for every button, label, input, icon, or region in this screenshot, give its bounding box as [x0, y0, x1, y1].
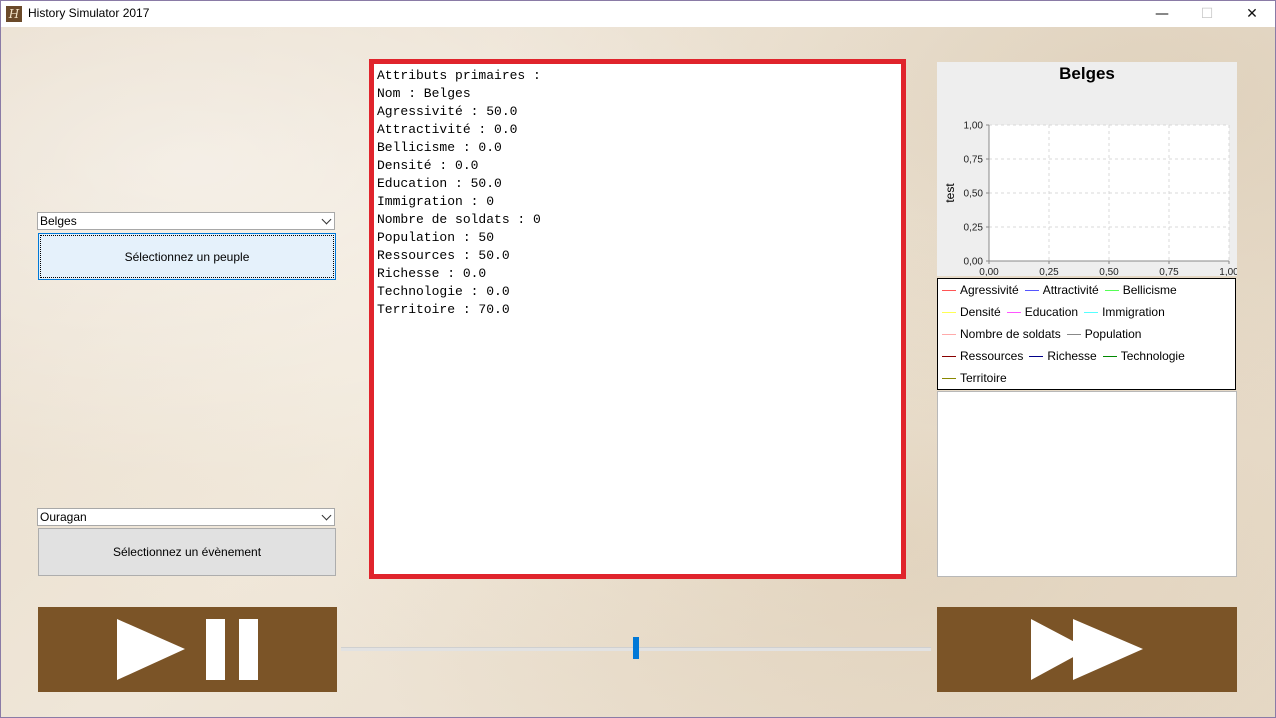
- window-title: History Simulator 2017: [28, 6, 150, 20]
- legend-item: Ressources: [942, 349, 1023, 363]
- chart-legend: Agressivité Attractivité Bellicisme Densité…: [937, 278, 1236, 390]
- event-log-box[interactable]: [937, 391, 1237, 577]
- x-tick-label: 0,25: [1039, 267, 1059, 276]
- legend-swatch: [942, 377, 956, 379]
- y-tick-label: 0,00: [964, 257, 984, 268]
- select-people-label: Sélectionnez un peuple: [124, 249, 250, 264]
- chart-plot: 0,000,00 0,25 0,25 0,50 0,50 0,75 0,75 1,00 1,00…: [943, 121, 1237, 277]
- x-tick-label: 0,00: [979, 267, 999, 276]
- app-icon: H: [6, 6, 22, 22]
- close-button[interactable]: ✕: [1229, 1, 1275, 27]
- chevron-down-icon: [321, 214, 332, 225]
- minimize-button[interactable]: —: [1139, 1, 1185, 27]
- y-tick-label: 0,75: [964, 155, 984, 166]
- title-bar: H History Simulator 2017 — ☐ ✕: [1, 1, 1275, 27]
- legend-swatch: [942, 289, 956, 291]
- legend-label: Education: [1024, 305, 1079, 319]
- play-pause-button[interactable]: [38, 607, 337, 692]
- console-line: Immigration : 0: [377, 194, 495, 209]
- legend-item: Technologie: [1102, 349, 1185, 363]
- legend-swatch: [1006, 311, 1021, 313]
- y-tick-label: 0,25: [964, 223, 984, 234]
- legend-label: Richesse: [1047, 349, 1097, 363]
- legend-label: Immigration: [1102, 305, 1165, 319]
- console-line: Attributs primaires :: [377, 68, 541, 83]
- legend-item: Territoire: [942, 371, 1007, 385]
- y-tick-label: 1,00: [964, 121, 984, 132]
- legend-label: Territoire: [960, 371, 1007, 385]
- legend-row: Territoire: [942, 369, 1013, 387]
- legend-swatch: [942, 311, 956, 313]
- console-line: Nombre de soldats : 0: [377, 212, 541, 227]
- legend-swatch: [1024, 289, 1039, 291]
- people-select[interactable]: Belges: [37, 212, 335, 230]
- legend-swatch: [1066, 333, 1081, 335]
- legend-label: Ressources: [960, 349, 1024, 363]
- console-line: Agressivité : 50.0: [377, 104, 518, 119]
- legend-row: Agressivité Attractivité Bellicisme: [942, 281, 1183, 299]
- maximize-button[interactable]: ☐: [1184, 1, 1230, 27]
- speed-slider-thumb[interactable]: [633, 637, 639, 659]
- legend-item: Attractivité: [1024, 283, 1099, 297]
- y-axis-label: test: [943, 183, 957, 203]
- console-line: Nom : Belges: [377, 86, 471, 101]
- select-people-button[interactable]: Sélectionnez un peuple: [38, 233, 336, 280]
- legend-item: Densité: [942, 305, 1001, 319]
- console-line: Attractivité : 0.0: [377, 122, 518, 137]
- legend-label: Densité: [960, 305, 1001, 319]
- x-tick-label: 0,50: [1099, 267, 1119, 276]
- x-tick-label: 0,75: [1159, 267, 1179, 276]
- x-tick-label: 1,00: [1219, 267, 1237, 276]
- legend-row: Nombre de soldats Population: [942, 325, 1147, 343]
- play-pause-icon: [117, 619, 258, 680]
- legend-swatch: [1029, 355, 1044, 357]
- legend-item: Education: [1006, 305, 1079, 319]
- legend-label: Technologie: [1120, 349, 1185, 363]
- console-line: Technologie : 0.0: [377, 284, 510, 299]
- people-select-value: Belges: [40, 214, 77, 228]
- legend-label: Nombre de soldats: [960, 327, 1061, 341]
- console-line: Ressources : 50.0: [377, 248, 510, 263]
- legend-item: Bellicisme: [1104, 283, 1177, 297]
- legend-label: Bellicisme: [1122, 283, 1177, 297]
- legend-swatch: [1104, 289, 1119, 291]
- legend-label: Agressivité: [960, 283, 1019, 297]
- legend-label: Population: [1084, 327, 1142, 341]
- console-line: Population : 50: [377, 230, 495, 245]
- select-event-button[interactable]: Sélectionnez un évènement: [38, 528, 336, 576]
- console-line: Densité : 0.0: [377, 158, 479, 173]
- main-content: Belges Sélectionnez un peuple Ouragan Sé…: [1, 27, 1275, 717]
- legend-item: Nombre de soldats: [942, 327, 1061, 341]
- chart-panel: Belges 0,00 0,00 0,25 0,25 0,50 0,50 0,75 0,75 1…: [937, 62, 1237, 276]
- attributes-console[interactable]: Attributs primaires : Nom : Belges Agres…: [369, 59, 906, 579]
- legend-item: Population: [1066, 327, 1142, 341]
- chevron-down-icon: [321, 510, 332, 521]
- legend-swatch: [1102, 355, 1117, 357]
- legend-row: Densité Education Immigration: [942, 303, 1171, 321]
- console-line: Bellicisme : 0.0: [377, 140, 502, 155]
- select-event-label: Sélectionnez un évènement: [112, 545, 262, 559]
- legend-row: Ressources Richesse Technologie: [942, 347, 1191, 365]
- event-select-value: Ouragan: [40, 510, 87, 524]
- console-line: Education : 50.0: [377, 176, 502, 191]
- event-select[interactable]: Ouragan: [37, 508, 335, 526]
- y-tick-label: 0,50: [964, 189, 984, 200]
- console-line: Territoire : 70.0: [377, 302, 510, 317]
- legend-item: Agressivité: [942, 283, 1019, 297]
- legend-item: Immigration: [1084, 305, 1165, 319]
- app-window: H History Simulator 2017 — ☐ ✕ Belges Sé…: [0, 0, 1276, 718]
- legend-swatch: [942, 355, 956, 357]
- legend-label: Attractivité: [1042, 283, 1099, 297]
- legend-swatch: [942, 333, 956, 335]
- legend-swatch: [1084, 311, 1099, 313]
- console-line: Richesse : 0.0: [377, 266, 487, 281]
- fast-forward-button[interactable]: [937, 607, 1237, 692]
- fast-forward-icon: [1031, 619, 1143, 680]
- legend-item: Richesse: [1029, 349, 1097, 363]
